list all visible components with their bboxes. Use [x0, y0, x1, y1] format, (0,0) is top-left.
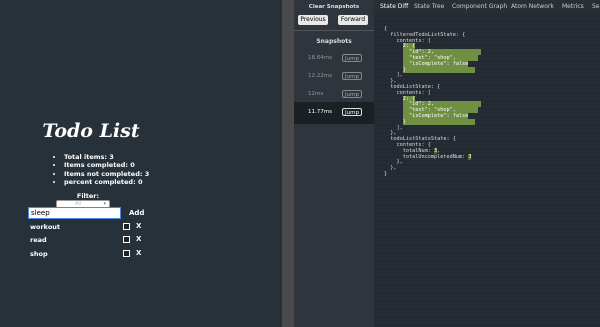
complete-checkbox[interactable]	[123, 223, 130, 230]
todo-text[interactable]: workout	[30, 223, 60, 231]
stat-total: Total items: 3	[64, 153, 149, 161]
tab-state-diff[interactable]: State Diff	[380, 0, 409, 14]
previous-button[interactable]: Previous	[298, 15, 328, 25]
list-item: read X	[30, 235, 150, 246]
todo-text[interactable]: shop	[30, 250, 48, 258]
forward-button[interactable]: Forward	[338, 15, 368, 25]
stat-not-completed: Items not completed: 3	[64, 170, 149, 178]
snapshot-time: 11.77ms	[308, 109, 332, 115]
jump-button[interactable]: Jump	[342, 54, 362, 62]
panel-divider[interactable]	[282, 0, 294, 327]
jump-button[interactable]: Jump	[342, 90, 362, 98]
jump-button[interactable]: Jump	[342, 108, 362, 116]
tab-component-graph[interactable]: Component Graph	[452, 0, 507, 13]
divider	[294, 30, 374, 31]
complete-checkbox[interactable]	[123, 250, 130, 257]
tab-state-tree[interactable]: State Tree	[414, 0, 444, 13]
state-diff-code: { filteredTodoListState: { contents: [ 2…	[384, 26, 481, 178]
tab-bar: State Diff State Tree Component Graph At…	[374, 0, 600, 14]
snapshot-time: 12ms	[308, 91, 324, 97]
add-button[interactable]: Add	[129, 209, 144, 217]
stats-list: Total items: 3 Items completed: 0 Items …	[52, 153, 149, 186]
tab-more[interactable]: Se	[592, 0, 600, 13]
stat-completed: Items completed: 0	[64, 161, 149, 169]
list-item: shop X	[30, 249, 150, 260]
snapshots-sidebar: Clear Snapshots Previous Forward Snapsho…	[294, 0, 374, 327]
snapshot-time: 18.64ms	[308, 55, 332, 61]
app-title: Todo List	[42, 120, 140, 142]
filter-label: Filter:	[76, 192, 100, 200]
snapshots-title: Snapshots	[316, 38, 352, 45]
jump-button[interactable]: Jump	[342, 72, 362, 80]
delete-button[interactable]: X	[136, 249, 141, 257]
tab-atom-network[interactable]: Atom Network	[511, 0, 554, 13]
delete-button[interactable]: X	[136, 222, 141, 230]
clear-snapshots-button[interactable]: Clear Snapshots	[294, 4, 374, 10]
stat-percent: percent completed: 0	[64, 178, 149, 186]
state-panel: State Diff State Tree Component Graph At…	[374, 0, 600, 327]
devtools-panel: Clear Snapshots Previous Forward Snapsho…	[282, 0, 600, 327]
complete-checkbox[interactable]	[123, 236, 130, 243]
delete-button[interactable]: X	[136, 235, 141, 243]
todo-text[interactable]: read	[30, 236, 47, 244]
new-todo-input[interactable]: sleep	[28, 207, 121, 219]
todo-app: Todo List Total items: 3 Items completed…	[0, 0, 282, 327]
snapshot-time: 12.22ms	[308, 73, 332, 79]
state-diff-view: { filteredTodoListState: { contents: [ 2…	[374, 13, 600, 327]
tab-metrics[interactable]: Metrics	[562, 0, 584, 13]
snapshot-item-active[interactable]: 11.77ms Jump	[294, 102, 374, 124]
list-item: workout X	[30, 222, 150, 233]
